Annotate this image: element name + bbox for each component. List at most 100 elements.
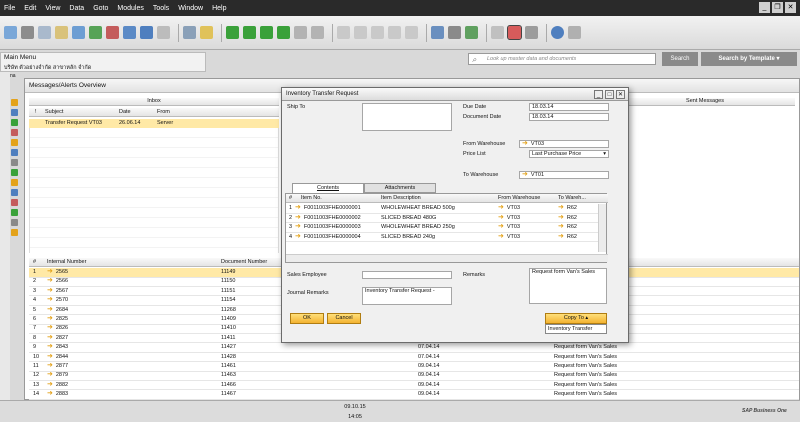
- link-arrow-icon[interactable]: ➜: [47, 306, 53, 313]
- col-date[interactable]: Date: [119, 109, 131, 115]
- module-icon[interactable]: [11, 159, 18, 166]
- grid-col-description[interactable]: Item Description: [381, 195, 421, 201]
- link-arrow-icon[interactable]: ➜: [558, 233, 564, 240]
- link-arrow-icon[interactable]: ➜: [47, 277, 53, 284]
- link-arrow-icon[interactable]: ➜: [498, 204, 504, 211]
- link-arrow-icon[interactable]: ➜: [522, 140, 528, 147]
- module-icon[interactable]: [11, 189, 18, 196]
- col-number[interactable]: #: [33, 259, 36, 265]
- col-document-number[interactable]: Document Number: [221, 259, 267, 265]
- menu-window[interactable]: Window: [178, 5, 203, 12]
- table-row[interactable]: 13 ➜ 2882 11466 09.04.14 Request form Van's S…: [29, 381, 799, 391]
- restore-icon[interactable]: ❐: [772, 2, 783, 13]
- base-document-icon[interactable]: [337, 26, 350, 39]
- menu-tools[interactable]: Tools: [153, 5, 169, 12]
- ok-button[interactable]: OK: [290, 313, 324, 324]
- sales-employee-field[interactable]: [362, 271, 452, 279]
- menu-data[interactable]: Data: [69, 5, 84, 12]
- link-arrow-icon[interactable]: ➜: [558, 204, 564, 211]
- module-icon[interactable]: [11, 119, 18, 126]
- print-icon[interactable]: [21, 26, 34, 39]
- copy-to-button[interactable]: Copy To ▴: [545, 313, 607, 324]
- org-chart-icon[interactable]: [525, 26, 538, 39]
- link-arrow-icon[interactable]: ➜: [47, 324, 53, 331]
- approve-icon[interactable]: [465, 26, 478, 39]
- word-icon[interactable]: [123, 26, 136, 39]
- pen-icon[interactable]: [431, 26, 444, 39]
- grid-row[interactable]: 4 ➜ F0011003FHE0000004 SLICED BREAD 240g ➜ VT…: [286, 233, 598, 242]
- email-icon[interactable]: [55, 26, 68, 39]
- find-icon[interactable]: [183, 26, 196, 39]
- tab-contents[interactable]: Contents: [292, 183, 364, 193]
- first-record-icon[interactable]: [226, 26, 239, 39]
- module-icon[interactable]: [11, 229, 18, 236]
- grid-scrollbar[interactable]: [598, 204, 606, 252]
- document-date-field[interactable]: 18.03.14: [529, 113, 609, 121]
- add-icon[interactable]: [200, 26, 213, 39]
- module-icon[interactable]: [11, 209, 18, 216]
- menu-modules[interactable]: Modules: [117, 5, 143, 12]
- grid-col-from-warehouse[interactable]: From Warehouse: [498, 195, 540, 201]
- col-priority[interactable]: !: [35, 109, 37, 115]
- table-row[interactable]: 11 ➜ 2877 11461 09.04.14 Request form Van's S…: [29, 362, 799, 372]
- previous-record-icon[interactable]: [243, 26, 256, 39]
- gross-profit-icon[interactable]: [388, 26, 401, 39]
- next-record-icon[interactable]: [260, 26, 273, 39]
- last-record-icon[interactable]: [277, 26, 290, 39]
- module-icon[interactable]: [11, 149, 18, 156]
- messages-icon[interactable]: [507, 25, 522, 40]
- link-arrow-icon[interactable]: ➜: [522, 171, 528, 178]
- module-icon[interactable]: [11, 139, 18, 146]
- grid-row[interactable]: 1 ➜ F0011003FHE0000001 WHOLEWHEAT BREAD 500…: [286, 204, 598, 214]
- col-from[interactable]: From: [157, 109, 170, 115]
- module-icon[interactable]: [11, 219, 18, 226]
- module-icon[interactable]: [11, 129, 18, 136]
- link-arrow-icon[interactable]: ➜: [47, 381, 53, 388]
- link-arrow-icon[interactable]: ➜: [295, 233, 301, 240]
- payment-means-icon[interactable]: [405, 26, 418, 39]
- transaction-journal-icon[interactable]: [371, 26, 384, 39]
- module-icon[interactable]: [11, 199, 18, 206]
- table-row[interactable]: 9 ➜ 2843 11427 07.04.14 Request form Van's Sa…: [29, 343, 799, 353]
- grid-col-item-no[interactable]: Item No.: [301, 195, 322, 201]
- grid-row[interactable]: 3 ➜ F0011003FHE0000003 WHOLEWHEAT BREAD 250…: [286, 223, 598, 233]
- module-icon[interactable]: [11, 179, 18, 186]
- menu-edit[interactable]: Edit: [24, 5, 36, 12]
- menu-help[interactable]: Help: [212, 5, 226, 12]
- menu-file[interactable]: File: [4, 5, 15, 12]
- grid-row[interactable]: 2 ➜ F0011003FHE0000002 SLICED BREAD 480G ➜ VT…: [286, 214, 598, 223]
- copy-to-option-inventory-transfer[interactable]: Inventory Transfer: [545, 324, 607, 334]
- search-button[interactable]: Search: [662, 52, 698, 66]
- inbox-row[interactable]: Transfer Request VT03 26.06.14 Server: [29, 119, 279, 128]
- calendar-icon[interactable]: [491, 26, 504, 39]
- link-arrow-icon[interactable]: ➜: [295, 204, 301, 211]
- link-arrow-icon[interactable]: ➜: [47, 268, 53, 275]
- module-icon[interactable]: [11, 169, 18, 176]
- link-arrow-icon[interactable]: ➜: [47, 371, 53, 378]
- col-internal-number[interactable]: Internal Number: [47, 259, 86, 265]
- cancel-button[interactable]: Cancel: [327, 313, 361, 324]
- excel-icon[interactable]: [89, 26, 102, 39]
- link-arrow-icon[interactable]: ➜: [295, 223, 301, 230]
- remarks-field[interactable]: Request form Van's Sales: [529, 268, 607, 304]
- link-arrow-icon[interactable]: ➜: [47, 315, 53, 322]
- edit-icon[interactable]: [448, 26, 461, 39]
- link-arrow-icon[interactable]: ➜: [295, 214, 301, 221]
- maximize-icon[interactable]: □: [605, 90, 614, 99]
- link-arrow-icon[interactable]: ➜: [47, 390, 53, 397]
- price-list-select[interactable]: Last Purchase Price ▾: [529, 150, 609, 158]
- link-arrow-icon[interactable]: ➜: [47, 334, 53, 341]
- ship-to-field[interactable]: [362, 103, 452, 131]
- preview-icon[interactable]: [38, 26, 51, 39]
- minimize-icon[interactable]: _: [594, 90, 603, 99]
- link-arrow-icon[interactable]: ➜: [47, 362, 53, 369]
- to-warehouse-field[interactable]: ➜ VT01: [519, 171, 609, 179]
- lock-icon[interactable]: [157, 26, 170, 39]
- col-subject[interactable]: Subject: [45, 109, 63, 115]
- link-arrow-icon[interactable]: ➜: [498, 223, 504, 230]
- table-row[interactable]: 12 ➜ 2879 11463 09.04.14 Request form Van's S…: [29, 371, 799, 381]
- module-icon[interactable]: [11, 109, 18, 116]
- menu-view[interactable]: View: [45, 5, 60, 12]
- filter-icon[interactable]: [294, 26, 307, 39]
- close-icon[interactable]: ✕: [616, 90, 625, 99]
